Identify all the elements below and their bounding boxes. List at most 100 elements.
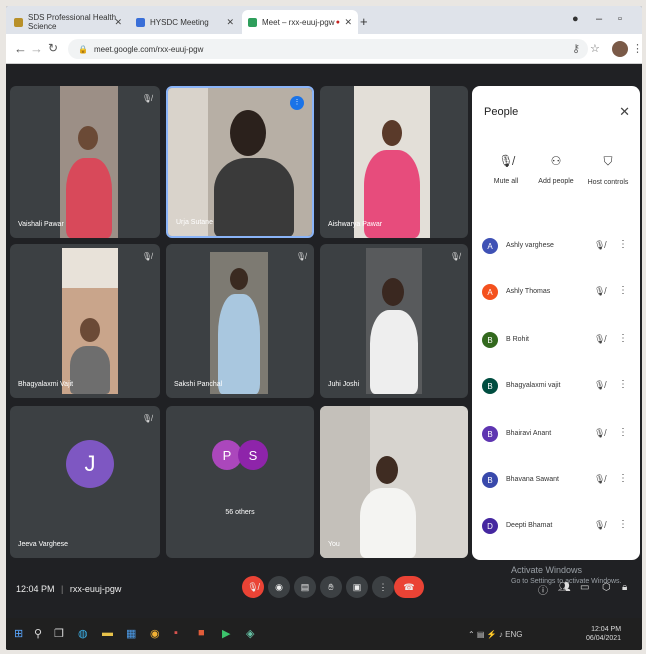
restore-icon[interactable]: ▫ [618, 13, 622, 25]
file-explorer-icon[interactable]: ▬ [102, 627, 113, 639]
meet-app-icon[interactable]: ▶ [222, 627, 230, 640]
store-icon[interactable]: ▦ [126, 627, 136, 640]
raise-hand-button[interactable]: ✋︎ [320, 576, 342, 598]
video-feed [62, 248, 118, 394]
present-button[interactable]: ▣ [346, 576, 368, 598]
activities-icon[interactable]: ⬡ [602, 582, 611, 593]
app-icon[interactable]: ▪ [174, 627, 178, 639]
close-tab-icon[interactable]: ✕ [226, 17, 234, 28]
browser-tab-meet[interactable]: Meet – rxx-euuj-pgw ● ✕ [242, 10, 358, 34]
participant-tile[interactable]: 🎙︎̸ Sakshi Panchal [166, 244, 314, 398]
search-icon[interactable]: ⚲ [34, 627, 42, 640]
captions-button[interactable]: ▤ [294, 576, 316, 598]
others-tile[interactable]: P S 56 others [166, 406, 314, 558]
mic-off-icon: 🎙︎̸ [141, 252, 152, 261]
more-options-icon[interactable]: ⋮ [618, 379, 628, 390]
host-controls-button[interactable]: ⛉ Host controls [580, 154, 636, 186]
menu-dots-icon[interactable]: ⋮ [632, 42, 642, 55]
mic-off-icon[interactable]: 🎙︎̸ [594, 474, 605, 485]
windows-taskbar: ⊞ ⚲ ❐ ◍ ▬ ▦ ◉ ▪ ■ ▶ ◈ ⌃ ▤ ⚡ ♪ ENG 12:04 … [6, 618, 642, 650]
participant-name: Bhairavi Anant [506, 430, 552, 437]
more-options-icon[interactable]: ⋮ [618, 333, 628, 344]
mic-toggle-button[interactable]: 🎙︎̸ [242, 576, 264, 598]
add-people-button[interactable]: ⚇ Add people [528, 154, 584, 185]
captions-icon: ▤ [300, 581, 310, 592]
lock-icon[interactable]: 🔒︎ [622, 582, 627, 593]
mute-all-button[interactable]: 🎙︎̸ Mute all [478, 154, 534, 185]
mic-off-icon[interactable]: 🎙︎̸ [594, 240, 605, 251]
more-options-icon[interactable]: ⋮ [618, 239, 628, 250]
taskbar-clock[interactable]: 12:04 PM 06/04/2021 [586, 625, 621, 643]
more-options-icon[interactable]: ⋮ [618, 285, 628, 296]
reload-icon[interactable]: ↻ [48, 41, 58, 55]
leave-call-button[interactable]: ☎︎ [394, 576, 424, 598]
more-options-icon[interactable]: ⋮ [618, 473, 628, 484]
mic-off-icon[interactable]: 🎙︎̸ [594, 428, 605, 439]
more-options-button[interactable]: ⋮ [372, 576, 394, 598]
participant-tile[interactable]: 🎙︎̸ Vaishali Pawar [10, 86, 160, 238]
camera-icon: ◉ [275, 581, 283, 592]
participant-list-item[interactable]: D Deepti Bhamat 🎙︎̸ ⋮ [482, 518, 632, 538]
system-tray[interactable]: ⌃ ▤ ⚡ ♪ ENG [468, 630, 522, 639]
participant-avatar: D [482, 518, 498, 534]
people-icon[interactable]: 👥︎ [558, 582, 571, 593]
participant-avatar: J [66, 440, 114, 488]
participant-list-item[interactable]: A Ashly Thomas 🎙︎̸ ⋮ [482, 284, 632, 304]
mic-off-icon[interactable]: 🎙︎̸ [594, 380, 605, 391]
mic-off-icon[interactable]: 🎙︎̸ [594, 286, 605, 297]
participant-name: Jeeva Varghese [18, 541, 69, 548]
participant-tile[interactable]: 🎙︎̸ Juhi Joshi [320, 244, 468, 398]
minimize-icon[interactable]: – [596, 13, 602, 25]
close-tab-icon[interactable]: ✕ [114, 17, 122, 28]
meeting-details-icon[interactable]: ⓘ [538, 582, 548, 597]
address-bar[interactable]: 🔒 meet.google.com/rxx-euuj-pgw [68, 39, 588, 59]
watermark-line1: Activate Windows [511, 565, 583, 575]
raise-hand-icon: ✋︎ [328, 581, 334, 592]
avatar-initial: P [222, 447, 232, 463]
bookmark-star-icon[interactable]: ☆ [590, 42, 600, 55]
others-count: 56 others [225, 509, 255, 516]
camera-toggle-button[interactable]: ◉ [268, 576, 290, 598]
participant-tile[interactable]: 🎙︎̸ Bhagyalaxmi Vajit [10, 244, 160, 398]
participant-list-item[interactable]: B B Rohit 🎙︎̸ ⋮ [482, 332, 632, 352]
participant-list-item[interactable]: B Bhavana Sawant 🎙︎̸ ⋮ [482, 472, 632, 492]
app-icon[interactable]: ◈ [246, 627, 254, 640]
edge-icon[interactable]: ◍ [78, 627, 88, 640]
participant-tile[interactable]: Aishwarya Pawar [320, 86, 468, 238]
participant-name: Bhagyalaxmi Vajit [18, 381, 74, 388]
back-icon[interactable]: ← [14, 41, 27, 56]
hang-up-icon: ☎︎ [403, 581, 415, 592]
participant-tile[interactable]: J 🎙︎̸ Jeeva Varghese [10, 406, 160, 558]
mic-off-icon[interactable]: 🎙︎̸ [594, 520, 605, 531]
powerpoint-icon[interactable]: ■ [198, 627, 205, 639]
key-icon[interactable]: ⚷ [572, 42, 580, 55]
profile-avatar[interactable] [612, 41, 628, 57]
mic-off-icon[interactable]: 🎙︎̸ [594, 334, 605, 345]
browser-tab-hysdc[interactable]: HYSDC Meeting ✕ [130, 10, 240, 34]
more-options-icon[interactable]: ⋮ [618, 427, 628, 438]
meeting-time: 12:04 PM [16, 584, 55, 594]
participant-list-item[interactable]: B Bhagyalaxmi vajit 🎙︎̸ ⋮ [482, 378, 632, 398]
participant-list-item[interactable]: A Ashly varghese 🎙︎̸ ⋮ [482, 238, 632, 258]
task-view-icon[interactable]: ❐ [54, 627, 64, 640]
video-feed [168, 88, 312, 236]
account-circle-icon[interactable]: ● [572, 13, 579, 25]
participant-tile-speaking[interactable]: ⋮ Urja Sutane [166, 86, 314, 238]
close-tab-icon[interactable]: ✕ [344, 17, 352, 28]
new-tab-button[interactable]: + [360, 14, 368, 29]
present-screen-icon: ▣ [352, 581, 362, 592]
start-icon[interactable]: ⊞ [14, 627, 23, 640]
add-person-icon: ⚇ [550, 154, 562, 168]
tab-title: Meet – rxx-euuj-pgw [262, 17, 335, 27]
chat-icon[interactable]: ▭ [580, 582, 589, 593]
taskbar-date: 06/04/2021 [586, 635, 622, 642]
participant-list-item[interactable]: B Bhairavi Anant 🎙︎̸ ⋮ [482, 426, 632, 446]
browser-tab-sds[interactable]: SDS Professional Health Science ✕ [8, 10, 128, 34]
self-tile[interactable]: You [320, 406, 468, 558]
chrome-icon[interactable]: ◉ [150, 627, 160, 640]
panel-title: People [484, 106, 519, 118]
close-icon[interactable]: ✕ [619, 104, 630, 120]
more-options-icon[interactable]: ⋮ [618, 519, 628, 530]
mic-off-icon: 🎙︎̸ [498, 154, 514, 168]
forward-icon[interactable]: → [30, 41, 43, 56]
